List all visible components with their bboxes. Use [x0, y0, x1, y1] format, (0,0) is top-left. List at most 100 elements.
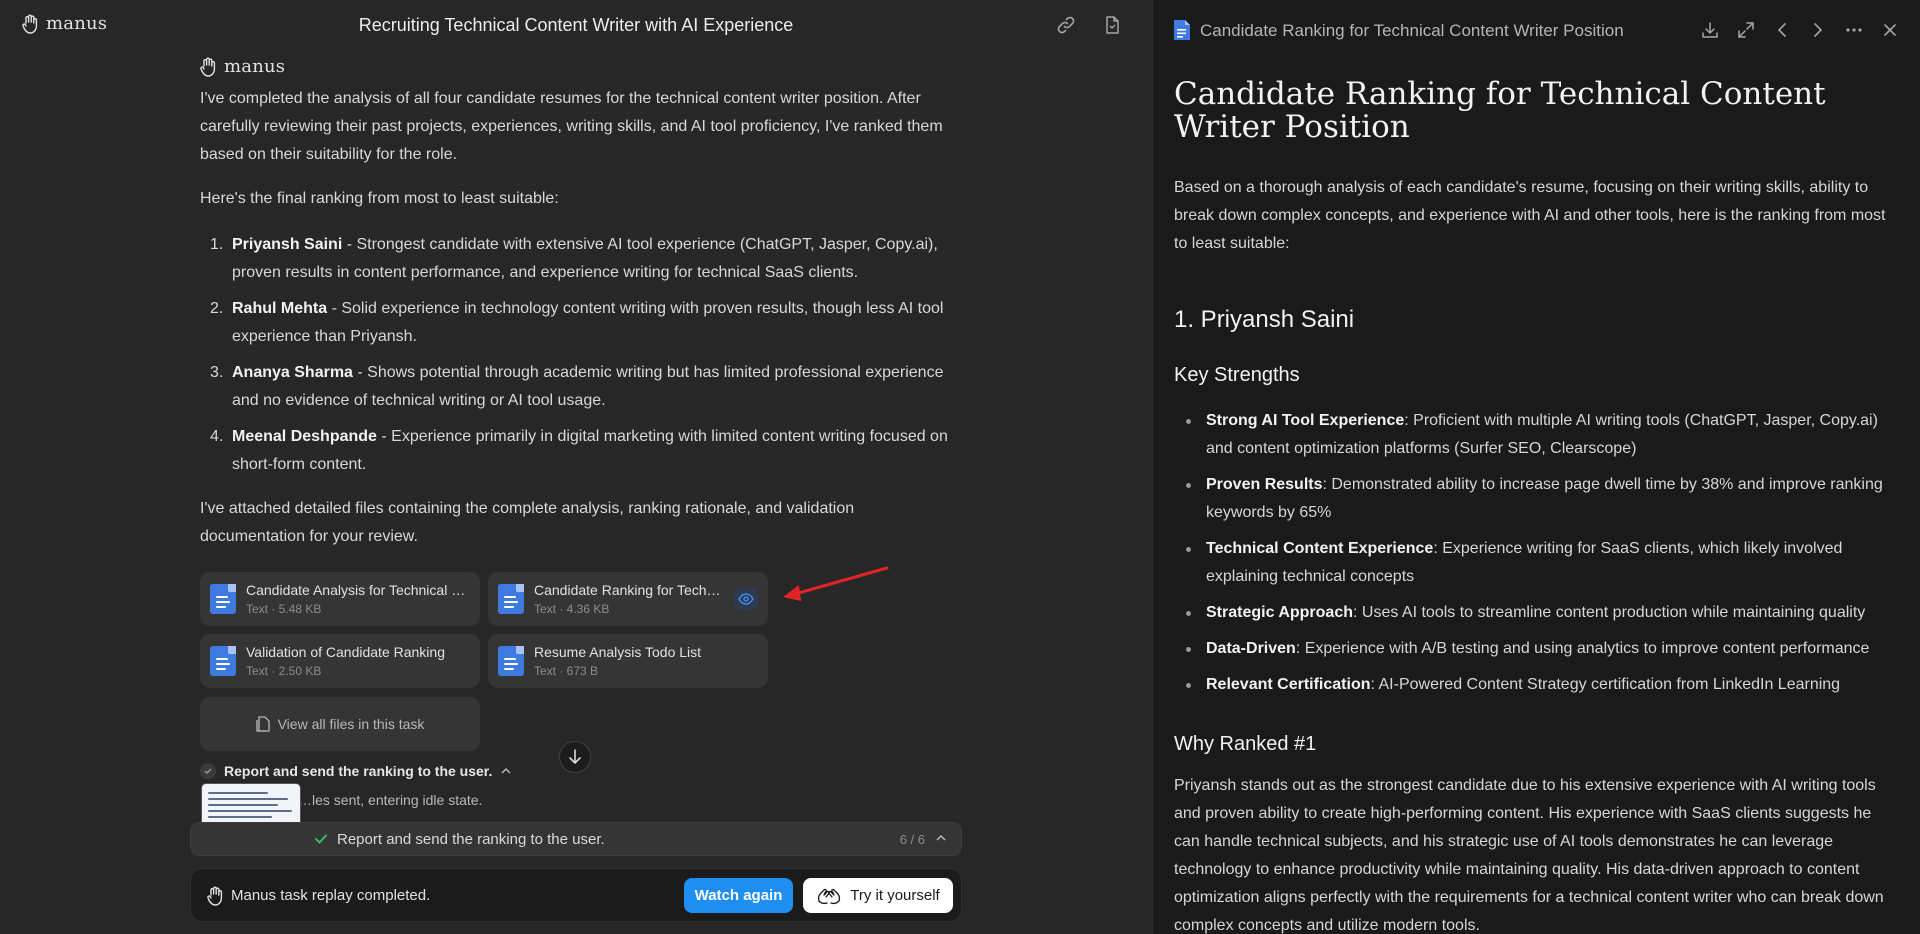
- ranking-item: 4. Meenal Deshpande - Experience primaril…: [200, 423, 950, 479]
- file-size: Text · 4.36 KB: [534, 602, 610, 616]
- annotation-arrow-icon: [783, 566, 889, 601]
- progress-status-bar[interactable]: Report and send the ranking to the user.…: [190, 822, 962, 856]
- strength-label: Proven Results: [1206, 476, 1323, 493]
- strength-text: : Uses AI tools to streamline content pr…: [1353, 604, 1866, 621]
- document-content: Candidate Ranking for Technical Content …: [1174, 78, 1899, 934]
- more-options-button[interactable]: [1843, 19, 1865, 41]
- download-icon: [1702, 22, 1718, 38]
- ranking-item: 1. Priyansh Saini - Strongest candidate w…: [200, 231, 950, 287]
- strength-item: Relevant Certification: AI-Powered Conte…: [1174, 671, 1899, 699]
- file-size: Text · 673 B: [534, 664, 599, 678]
- ranking-item: 3. Ananya Sharma - Shows potential throug…: [200, 359, 950, 415]
- ranking-list: 1. Priyansh Saini - Strongest candidate w…: [200, 231, 950, 479]
- strength-item: Data-Driven: Experience with A/B testing…: [1174, 635, 1899, 663]
- chevron-up-icon: [936, 834, 946, 841]
- message-ranking-lead: Here's the final ranking from most to le…: [200, 190, 559, 207]
- strengths-list: Strong AI Tool Experience: Proficient wi…: [1174, 407, 1899, 699]
- doc-file-icon: [210, 584, 236, 614]
- step-label: Report and send the ranking to the user.: [224, 763, 493, 779]
- strength-item: Technical Content Experience: Experience…: [1174, 535, 1899, 591]
- strength-label: Relevant Certification: [1206, 676, 1371, 693]
- strength-item: Proven Results: Demonstrated ability to …: [1174, 471, 1899, 527]
- file-card[interactable]: Resume Analysis Todo List Text · 673 B: [488, 634, 768, 688]
- message-attach-lead: I've attached detailed files containing …: [200, 500, 855, 545]
- replay-label: Manus task replay completed.: [231, 887, 431, 904]
- file-meta: Resume Analysis Todo List Text · 673 B: [534, 644, 754, 678]
- step-substatus-text: …les sent, entering idle state.: [298, 792, 483, 808]
- doc-file-icon: [498, 584, 524, 614]
- strength-label: Strategic Approach: [1206, 604, 1353, 621]
- file-name: Candidate Analysis for Technical Content…: [246, 582, 466, 598]
- view-all-files-button[interactable]: View all files in this task: [200, 697, 480, 751]
- doc-file-icon: [498, 646, 524, 676]
- expand-icon: [1738, 22, 1754, 38]
- doc-file-icon: [1174, 20, 1190, 40]
- file-card[interactable]: Candidate Ranking for Technical Content …: [488, 572, 768, 626]
- ranking-item: 2. Rahul Mehta - Solid experience in tech…: [200, 295, 950, 351]
- step-substatus: …les sent, entering idle state.: [298, 792, 482, 808]
- replay-banner: Manus task replay completed. Watch again…: [190, 868, 962, 922]
- file-card[interactable]: Validation of Candidate Ranking Text · 2…: [200, 634, 480, 688]
- file-meta: Candidate Analysis for Technical Content…: [246, 582, 466, 616]
- strength-label: Data-Driven: [1206, 640, 1296, 657]
- file-size: Text · 2.50 KB: [246, 664, 322, 678]
- eye-icon: [738, 593, 754, 605]
- task-step[interactable]: Report and send the ranking to the user.: [200, 763, 512, 779]
- strength-item: Strategic Approach: Uses AI tools to str…: [1174, 599, 1899, 627]
- manus-hand-icon: [200, 57, 216, 77]
- candidate-summary: - Solid experience in technology content…: [232, 300, 944, 345]
- file-card[interactable]: Candidate Analysis for Technical Content…: [200, 572, 480, 626]
- ranking-number: 3.: [210, 364, 224, 381]
- page-title: Recruiting Technical Content Writer with…: [358, 15, 794, 35]
- document-intro: Based on a thorough analysis of each can…: [1174, 179, 1886, 252]
- manus-hand-icon: [207, 886, 223, 906]
- section-heading-why-ranked: Why Ranked #1: [1174, 733, 1317, 755]
- file-icon: [1106, 16, 1119, 34]
- close-button[interactable]: [1879, 19, 1901, 41]
- view-all-files-label: View all files in this task: [277, 716, 425, 732]
- agent-header: manus: [200, 56, 950, 77]
- ranking-text: Rahul Mehta - Solid experience in techno…: [232, 295, 950, 351]
- top-bar: manus Recruiting Technical Content Write…: [0, 0, 1152, 52]
- ranking-text: Priyansh Saini - Strongest candidate wit…: [232, 231, 950, 287]
- chevron-left-icon: [1777, 23, 1786, 37]
- file-meta: Validation of Candidate Ranking Text · 2…: [246, 644, 466, 678]
- watch-again-button[interactable]: Watch again: [684, 878, 793, 913]
- chevron-right-icon: [1814, 23, 1823, 37]
- step-counter: 6 / 6: [899, 832, 925, 847]
- chevron-up-icon: [501, 767, 511, 774]
- why-ranked-text: Priyansh stands out as the strongest can…: [1174, 777, 1884, 934]
- ranking-number: 2.: [210, 300, 224, 317]
- ranking-text: Meenal Deshpande - Experience primarily …: [232, 423, 950, 479]
- link-icon: [1057, 16, 1075, 34]
- scroll-down-button[interactable]: [559, 741, 591, 773]
- check-icon: [315, 834, 327, 844]
- ranking-number: 4.: [210, 428, 224, 445]
- file-name: Resume Analysis Todo List: [534, 644, 702, 660]
- step-check-icon: [200, 763, 216, 779]
- arrow-down-icon: [569, 749, 581, 764]
- file-size: Text · 5.48 KB: [246, 602, 322, 616]
- preview-button[interactable]: [734, 588, 758, 610]
- share-link-button[interactable]: [1055, 14, 1077, 36]
- strength-text: : Experience with A/B testing and using …: [1295, 640, 1870, 657]
- expand-button[interactable]: [1735, 19, 1757, 41]
- candidate-name: Rahul Mehta: [232, 300, 328, 317]
- candidate-name: Meenal Deshpande: [232, 428, 377, 445]
- try-it-yourself-button[interactable]: Try it yourself: [803, 878, 953, 913]
- candidate-heading: 1. Priyansh Saini: [1174, 306, 1355, 333]
- chat-panel: manus Recruiting Technical Content Write…: [0, 0, 1152, 934]
- candidate-name: Priyansh Saini: [232, 236, 343, 253]
- previous-button[interactable]: [1771, 19, 1793, 41]
- ranking-text: Ananya Sharma - Shows potential through …: [232, 359, 950, 415]
- viewer-toolbar: Candidate Ranking for Technical Content …: [1153, 0, 1920, 60]
- document-title: Candidate Ranking for Technical Content …: [1174, 76, 1826, 145]
- message-intro: I've completed the analysis of all four …: [200, 90, 943, 163]
- status-text: Report and send the ranking to the user.: [337, 831, 605, 848]
- ranking-number: 1.: [210, 236, 224, 253]
- download-button[interactable]: [1699, 19, 1721, 41]
- chat-message: manus I've completed the analysis of all…: [200, 56, 950, 551]
- viewer-title: Candidate Ranking for Technical Content …: [1200, 21, 1624, 40]
- next-button[interactable]: [1807, 19, 1829, 41]
- files-button[interactable]: [1101, 14, 1123, 36]
